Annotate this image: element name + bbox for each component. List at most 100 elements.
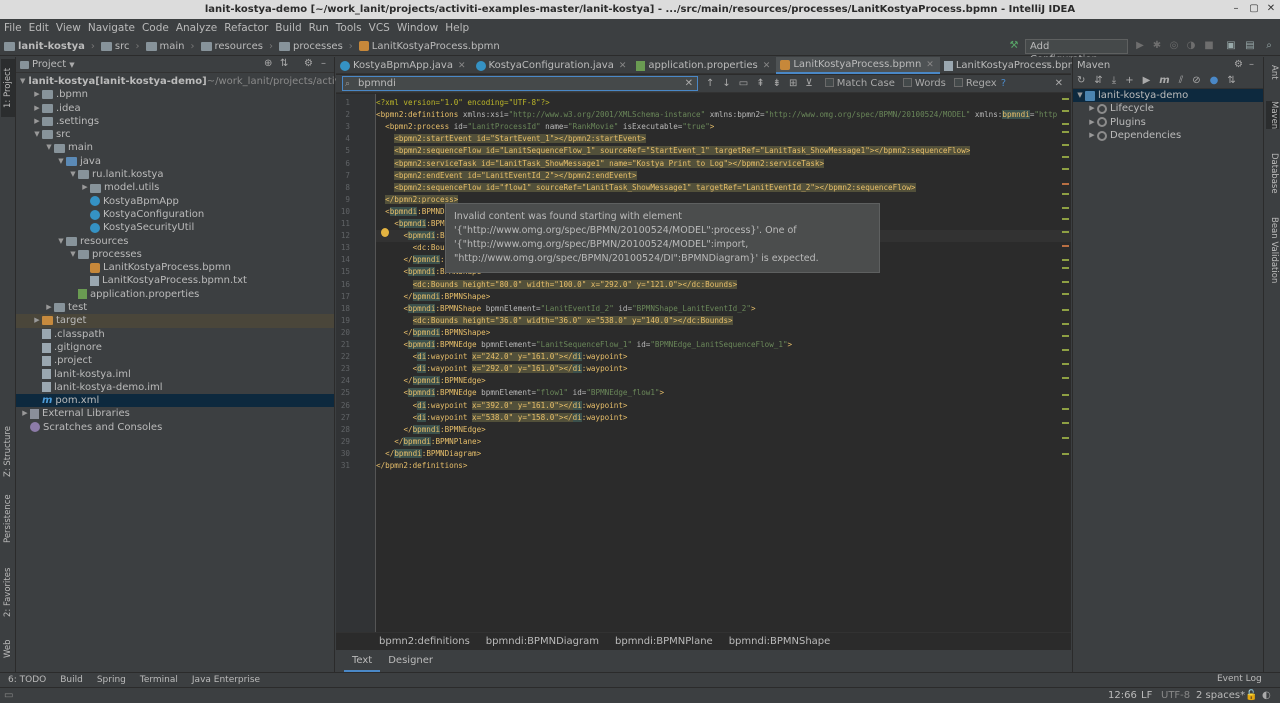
editor-tab[interactable]: application.properties ✕ <box>632 57 776 74</box>
tree-node[interactable]: ▼ main <box>16 141 334 154</box>
tab-favorites[interactable]: 2: Favorites <box>1 562 15 622</box>
editor-tab[interactable]: LanitKostyaProcess.bpmn ✕ <box>776 57 940 74</box>
maven-tree-node[interactable]: ▶ Plugins <box>1073 116 1263 129</box>
build-hammer-icon[interactable]: ⚒ <box>1008 40 1020 52</box>
chevron-right-icon[interactable]: ▶ <box>32 115 42 128</box>
code-line[interactable]: </bpmndi:BPMNShape> <box>376 327 490 339</box>
code-line[interactable]: <bpmndi:BPMNEdge bpmnElement="LanitSeque… <box>376 339 792 351</box>
error-stripe-mark[interactable] <box>1062 144 1069 146</box>
menu-edit[interactable]: Edit <box>29 22 49 34</box>
tree-node[interactable]: m pom.xml <box>16 394 334 408</box>
chevron-down-icon[interactable]: ▼ <box>68 168 78 181</box>
tree-node[interactable]: .project <box>16 354 334 367</box>
gear-icon[interactable]: ⚙ <box>1234 59 1243 70</box>
editor-tab[interactable]: KostyaConfiguration.java ✕ <box>472 57 633 74</box>
coverage-icon[interactable]: ◎ <box>1168 40 1180 52</box>
menu-run[interactable]: Run <box>309 22 329 34</box>
run-icon[interactable]: ▶ <box>1134 40 1146 52</box>
error-stripe-mark[interactable] <box>1062 245 1069 247</box>
code-line[interactable]: <bpmn2:definitions xmlns:xsi="http://www… <box>376 109 1057 121</box>
tree-node[interactable]: ▼ processes <box>16 248 334 261</box>
tree-node[interactable]: ▶ test <box>16 301 334 314</box>
chevron-down-icon[interactable]: ▼ <box>32 128 42 141</box>
menu-refactor[interactable]: Refactor <box>224 22 268 34</box>
error-stripe[interactable] <box>1062 95 1069 495</box>
tool-build[interactable]: Build <box>60 675 83 685</box>
tree-node[interactable]: KostyaConfiguration <box>16 208 334 221</box>
chevron-down-icon[interactable]: ▼ <box>68 248 78 261</box>
tree-node[interactable]: ▶ .bpmn <box>16 88 334 101</box>
filter-icon[interactable]: ⊻ <box>805 78 812 89</box>
tree-node[interactable]: .gitignore <box>16 341 334 354</box>
tool-todo[interactable]: 6: TODO <box>8 675 46 685</box>
code-line[interactable]: <di:waypoint x="292.0" y="161.0"></di:wa… <box>376 363 628 375</box>
code-line[interactable]: </bpmndi:BPMNEdge> <box>376 424 486 436</box>
menu-build[interactable]: Build <box>275 22 301 34</box>
stop-icon[interactable]: ■ <box>1203 40 1215 52</box>
execute-goal-icon[interactable]: m <box>1159 75 1169 86</box>
tab-ant[interactable]: Ant <box>1266 65 1279 80</box>
error-stripe-mark[interactable] <box>1062 281 1069 283</box>
tab-web[interactable]: Web <box>1 632 15 666</box>
gear-icon[interactable]: ⚙ <box>304 58 313 69</box>
error-stripe-mark[interactable] <box>1062 231 1069 233</box>
search-input[interactable]: ⌕ bpmndi ✕ <box>342 76 698 91</box>
clear-search-icon[interactable]: ✕ <box>685 77 693 90</box>
menu-help[interactable]: Help <box>445 22 469 34</box>
locate-icon[interactable]: ⊕ <box>264 58 272 69</box>
chevron-right-icon[interactable]: ▶ <box>32 102 42 115</box>
debug-icon[interactable]: ✱ <box>1151 40 1163 52</box>
code-editor[interactable]: 1 2 3 4 5 6 7 8 9 10 11 12 13 14 15 16 17 18 19 20 21 22 23 24 2… <box>336 94 1071 639</box>
close-find-icon[interactable]: ✕ <box>1055 78 1063 89</box>
tree-node[interactable]: KostyaSecurityUtil <box>16 221 334 234</box>
chevron-down-icon[interactable]: ▼ <box>20 75 25 88</box>
code-line[interactable]: </bpmndi:BPMNEdge> <box>376 375 486 387</box>
tree-node[interactable]: ▼ resources <box>16 235 334 248</box>
tree-node[interactable]: Scratches and Consoles <box>16 421 334 434</box>
chevron-down-icon[interactable]: ▼ <box>56 235 66 248</box>
xml-crumb[interactable]: bpmn2:definitions <box>379 636 470 647</box>
event-log-button[interactable]: Event Log <box>1217 674 1262 684</box>
code-line[interactable]: </bpmndi:BPMNPlane> <box>376 436 481 448</box>
chevron-right-icon[interactable]: ▶ <box>80 181 90 194</box>
error-stripe-mark[interactable] <box>1062 193 1069 195</box>
xml-crumb[interactable]: bpmndi:BPMNPlane <box>615 636 713 647</box>
hide-icon[interactable]: – <box>1249 59 1254 70</box>
menu-navigate[interactable]: Navigate <box>88 22 135 34</box>
tree-node[interactable]: ▶ .idea <box>16 102 334 115</box>
project-structure-icon[interactable]: ▣ <box>1225 40 1237 52</box>
menu-view[interactable]: View <box>56 22 81 34</box>
code-line[interactable]: </bpmndi:BPMNShape> <box>376 291 490 303</box>
regex-help-link[interactable]: ? <box>1001 78 1006 89</box>
code-line[interactable]: <?xml version="1.0" encoding="UTF-8"?> <box>376 97 550 109</box>
error-stripe-mark[interactable] <box>1062 349 1069 351</box>
error-stripe-mark[interactable] <box>1062 168 1069 170</box>
minimize-icon[interactable]: – <box>1230 3 1242 15</box>
tree-node[interactable]: ▼ src <box>16 128 334 141</box>
code-line[interactable]: <bpmn2:endEvent id="LanitEventId_2"></bp… <box>376 170 637 182</box>
tool-spring[interactable]: Spring <box>97 675 126 685</box>
caret-position[interactable]: 12:66 <box>1108 690 1137 701</box>
code-line[interactable]: <bpmn2:sequenceFlow id="LanitSequenceFlo… <box>376 145 971 157</box>
error-stripe-mark[interactable] <box>1062 131 1069 133</box>
error-stripe-mark[interactable] <box>1062 422 1069 424</box>
breadcrumb-item[interactable]: lanit-kostya › <box>4 41 95 52</box>
code-line[interactable]: </bpmn2:definitions> <box>376 460 467 472</box>
profile-icon[interactable]: ◑ <box>1185 40 1197 52</box>
file-encoding[interactable]: UTF-8 <box>1161 690 1190 701</box>
error-stripe-mark[interactable] <box>1062 183 1069 185</box>
menu-file[interactable]: File <box>4 22 22 34</box>
select-all-occurrences-icon[interactable]: ⊞ <box>789 78 797 89</box>
chevron-down-icon[interactable]: ▼ <box>69 61 74 69</box>
project-panel-title[interactable]: Project <box>32 59 66 70</box>
tab-designer[interactable]: Designer <box>380 650 441 672</box>
error-stripe-mark[interactable] <box>1062 293 1069 295</box>
tree-node[interactable]: .classpath <box>16 328 334 341</box>
code-line[interactable]: <bpmndi:BPMNShape bpmnElement="LanitEven… <box>376 303 756 315</box>
tree-node[interactable]: ▼ lanit-kostya [lanit-kostya-demo] ~/work… <box>16 75 350 88</box>
breadcrumb-item[interactable]: resources › <box>200 41 273 52</box>
close-tab-icon[interactable]: ✕ <box>619 58 627 74</box>
close-tab-icon[interactable]: ✕ <box>763 58 771 74</box>
close-tab-icon[interactable]: ✕ <box>926 57 934 73</box>
find-in-files-icon[interactable]: ▭ <box>739 78 748 89</box>
